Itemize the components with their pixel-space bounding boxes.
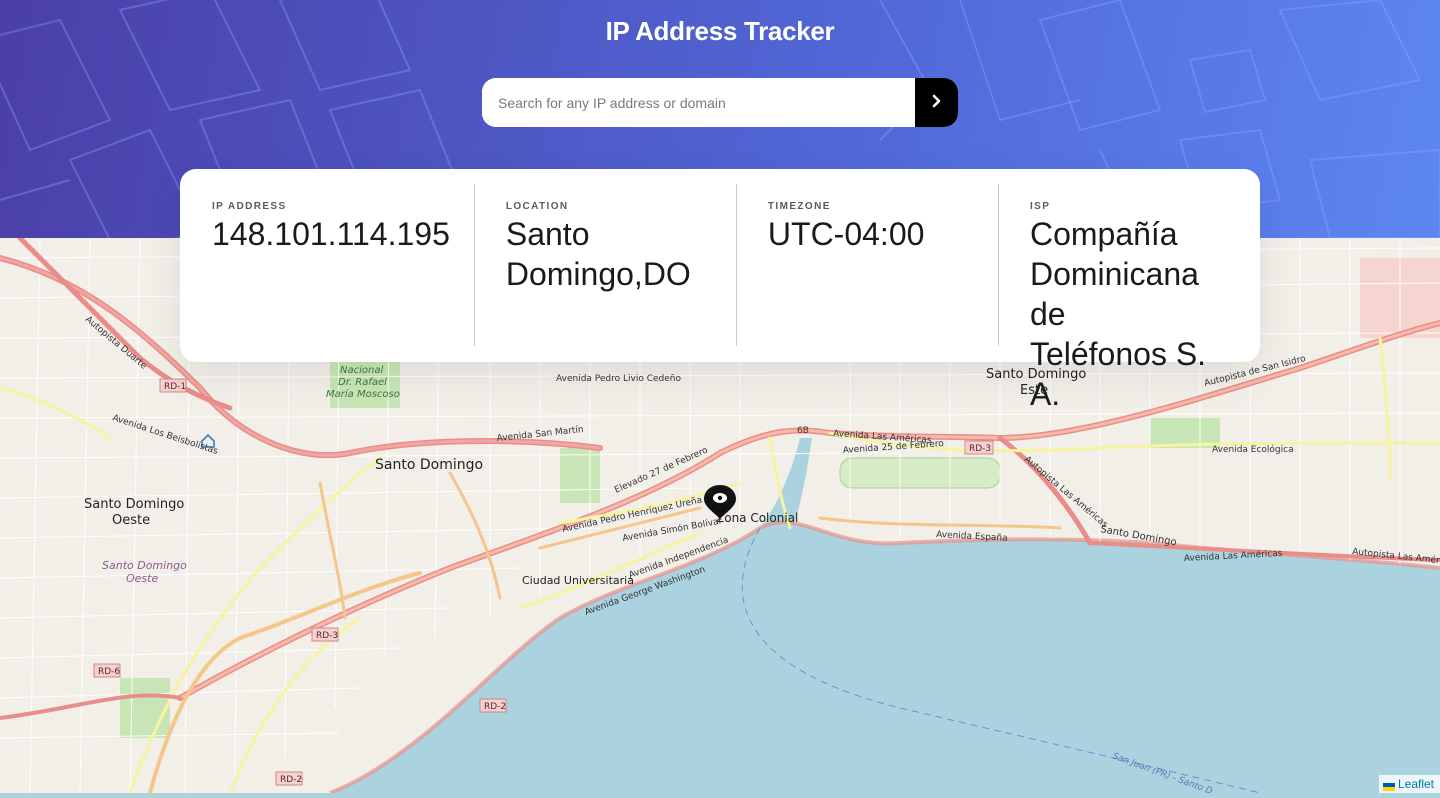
map-label-park-2: Dr. Rafael xyxy=(338,377,387,388)
shield-6b: 6B xyxy=(797,426,809,436)
search-bar xyxy=(482,78,958,127)
map-label-sd-oeste: Santo Domingo xyxy=(84,497,184,512)
map-label-sd-oeste-2: Oeste xyxy=(112,513,150,528)
shield-rd1: RD-1 xyxy=(164,382,186,392)
isp-section: ISP Compañía Dominicana de Teléfonos S. … xyxy=(997,184,1260,412)
location-value-line-2: Domingo,DO xyxy=(505,256,691,292)
leaflet-link[interactable]: Leaflet xyxy=(1398,777,1434,791)
isp-value-line-2: Dominicana de xyxy=(1029,256,1199,332)
ukraine-flag-icon xyxy=(1382,780,1395,791)
location-label: LOCATION xyxy=(505,201,569,212)
shield-rd2: RD-2 xyxy=(484,702,506,712)
map-label-sd-oeste-municipal: Santo Domingo xyxy=(102,559,187,572)
isp-value-line-3: Teléfonos S. A. xyxy=(1029,336,1207,412)
page-title: IP Address Tracker xyxy=(605,16,835,46)
location-value-line-1: Santo xyxy=(505,216,590,252)
timezone-section: TIMEZONE UTC-04:00 xyxy=(735,184,998,346)
map-label-ciudad-universitaria: Ciudad Universitaria xyxy=(522,574,634,587)
map-label-santo-domingo: Santo Domingo xyxy=(375,457,483,473)
ip-address-value: 148.101.114.195 xyxy=(212,216,450,252)
map-attribution: Leaflet xyxy=(1378,775,1440,793)
search-submit-button[interactable] xyxy=(915,78,958,127)
shield-rd2-west: RD-2 xyxy=(280,775,302,785)
timezone-value: UTC-04:00 xyxy=(767,216,925,252)
location-section: LOCATION Santo Domingo,DO xyxy=(473,184,736,346)
location-pin-icon[interactable] xyxy=(703,484,737,520)
isp-value: Compañía Dominicana de Teléfonos S. A. xyxy=(1030,214,1236,414)
isp-value-line-1: Compañía xyxy=(1029,216,1178,252)
shield-rd3-east: RD-3 xyxy=(969,444,991,454)
ip-address-section: IP ADDRESS 148.101.114.195 xyxy=(180,201,474,346)
timezone-label: TIMEZONE xyxy=(767,201,831,212)
location-value: Santo Domingo,DO xyxy=(506,214,712,294)
map-label-av-pedro-livio: Avenida Pedro Livio Cedeño xyxy=(556,374,681,384)
chevron-right-icon xyxy=(931,94,943,111)
map-label-av-ecologica: Avenida Ecológica xyxy=(1212,444,1294,455)
ip-info-card: IP ADDRESS 148.101.114.195 LOCATION Sant… xyxy=(180,169,1260,412)
search-input[interactable] xyxy=(482,78,915,127)
shield-rd3: RD-3 xyxy=(316,631,338,641)
shield-rd6: RD-6 xyxy=(98,667,120,677)
map-label-park-1: Nacional xyxy=(340,365,383,376)
ip-address-label: IP ADDRESS xyxy=(212,201,287,212)
map-label-sd-oeste-municipal-2: Oeste xyxy=(126,572,158,585)
isp-label: ISP xyxy=(1029,201,1051,212)
map-label-park-3: María Moscoso xyxy=(326,388,400,400)
